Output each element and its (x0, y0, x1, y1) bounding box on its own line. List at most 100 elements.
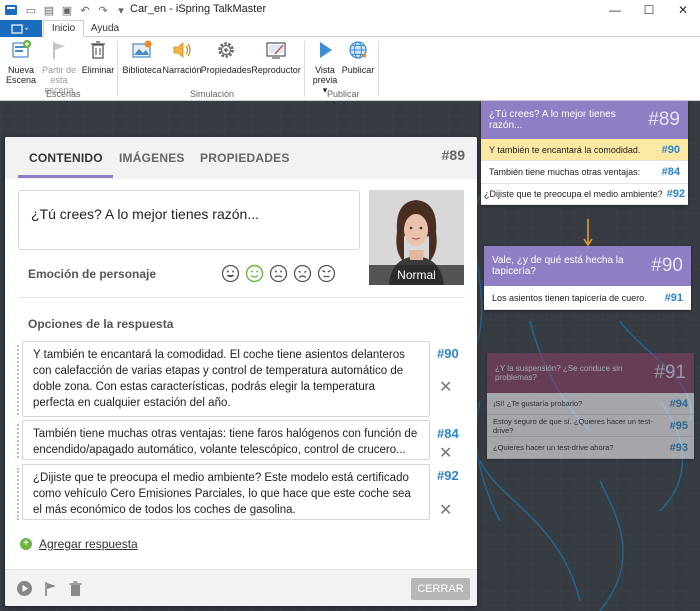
drag-handle[interactable] (17, 345, 20, 415)
delete-response-icon[interactable]: ✕ (439, 443, 452, 463)
minimize-button[interactable]: — (598, 0, 632, 20)
emotion-label: Emoción de personaje (28, 267, 157, 281)
scene-node-91[interactable]: ¿Y la suspensión? ¿Se conduce sin proble… (487, 353, 694, 459)
active-tab-indicator (18, 175, 113, 178)
file-menu-button[interactable] (0, 20, 42, 37)
open-folder-icon[interactable]: ▤ (42, 4, 56, 17)
properties-button[interactable]: Propiedades (201, 39, 251, 75)
library-button[interactable]: Biblioteca (122, 39, 162, 75)
globe-icon (349, 41, 367, 59)
new-scene-button[interactable]: Nueva Escena (6, 39, 36, 85)
publish-button[interactable]: Publicar (342, 39, 374, 75)
app-icon (5, 5, 17, 15)
player-button[interactable]: Reproductor (251, 39, 301, 75)
group-label-publicar: Publicar (327, 89, 360, 99)
ribbon: Nueva Escena Partir de esta escena Elimi… (0, 37, 700, 101)
scene-node-response[interactable]: También tiene muchas otras ventajas: #84 (481, 161, 688, 184)
scene-node-number: #91 (654, 362, 686, 383)
response-target-link[interactable]: #90 (437, 346, 459, 361)
tab-imagenes[interactable]: IMÁGENES (119, 151, 185, 165)
speaker-icon (173, 42, 191, 58)
library-icon (132, 40, 152, 58)
save-icon[interactable]: ▣ (60, 4, 74, 17)
group-label-simulacion: Simulación (190, 89, 235, 99)
response-target-link[interactable]: #92 (437, 468, 459, 483)
scene-number: #89 (441, 147, 465, 163)
start-flag-icon (53, 42, 65, 59)
play-scene-icon[interactable] (16, 580, 33, 597)
player-icon (266, 42, 286, 59)
start-from-scene-button[interactable]: Partir de esta escena (38, 39, 80, 95)
scene-node-response[interactable]: ¡Sí! ¿Te gustaría probarlo? #94 (487, 393, 694, 415)
group-label-escenas: Escenas (46, 89, 81, 99)
drag-handle[interactable] (17, 424, 20, 458)
response-target-link[interactable]: #84 (437, 426, 459, 441)
smile-emotion-icon-selected[interactable] (245, 264, 264, 283)
scene-node-response[interactable]: Los asientos tienen tapicería de cuero. … (484, 286, 691, 310)
scene-node-number: #89 (648, 109, 680, 130)
add-icon: + (20, 538, 32, 550)
scene-node-90[interactable]: Vale, ¿y de qué está hecha la tapicería?… (484, 246, 691, 310)
maximize-button[interactable]: ☐ (632, 0, 666, 20)
delete-response-icon[interactable]: ✕ (439, 500, 452, 520)
scene-node-number: #90 (651, 255, 683, 276)
add-response-label: Agregar respuesta (39, 537, 138, 551)
start-flag-icon[interactable] (42, 580, 59, 597)
new-scene-icon (12, 40, 31, 58)
ribbon-separator (117, 41, 118, 97)
angry-emotion-icon[interactable] (317, 264, 336, 283)
undo-icon[interactable]: ↶ (78, 4, 92, 17)
section-divider (18, 297, 464, 298)
redo-icon[interactable]: ↷ (96, 4, 110, 17)
scene-node-response[interactable]: Estoy seguro de que sí. ¿Quieres hacer u… (487, 415, 694, 437)
editor-footer: CERRAR (5, 569, 477, 606)
file-menu-icon (11, 23, 28, 34)
ribbon-tabs: Inicio Ayuda (0, 20, 700, 37)
gear-icon (218, 42, 234, 58)
ribbon-separator (378, 41, 379, 97)
response-text-field[interactable]: Y también te encantará la comodidad. El … (22, 341, 430, 417)
add-response-button[interactable]: + Agregar respuesta (20, 537, 138, 551)
scene-node-89[interactable]: ¿Tú crees? A lo mejor tienes razón... #8… (481, 101, 688, 205)
portrait-emotion-label: Normal (369, 265, 464, 285)
sad-emotion-icon[interactable] (293, 264, 312, 283)
trash-icon (91, 41, 105, 59)
scene-node-header: ¿Tú crees? A lo mejor tienes razón... #8… (481, 101, 688, 139)
title-bar: ▭ ▤ ▣ ↶ ↷ ▾ Car_en - iSpring TalkMaster … (0, 0, 700, 20)
scene-node-header: Vale, ¿y de qué está hecha la tapicería?… (484, 246, 691, 286)
tab-ayuda[interactable]: Ayuda (86, 20, 124, 37)
delete-button[interactable]: Eliminar (82, 39, 114, 75)
scene-node-response[interactable]: ¿Quieres hacer un test-drive ahora? #93 (487, 437, 694, 459)
scene-editor-panel: CONTENIDO IMÁGENES PROPIEDADES #89 ¿Tú c… (5, 137, 477, 606)
scene-node-response[interactable]: Y también te encantará la comodidad. #90 (481, 139, 688, 161)
close-button[interactable]: CERRAR (411, 578, 470, 600)
delete-response-icon[interactable]: ✕ (439, 377, 452, 397)
scene-node-header: ¿Y la suspensión? ¿Se conduce sin proble… (487, 353, 694, 393)
scene-node-question: ¿Tú crees? A lo mejor tienes razón... (489, 109, 616, 131)
play-icon (320, 42, 332, 58)
quick-access-toolbar: ▭ ▤ ▣ ↶ ↷ ▾ (24, 4, 128, 17)
response-options-label: Opciones de la respuesta (28, 317, 174, 331)
happy-emotion-icon[interactable] (221, 264, 240, 283)
drag-handle[interactable] (17, 468, 20, 520)
close-window-button[interactable]: ✕ (666, 0, 700, 20)
neutral-emotion-icon[interactable] (269, 264, 288, 283)
narration-button[interactable]: Narración (162, 39, 202, 75)
character-speech-field[interactable]: ¿Tú crees? A lo mejor tienes razón... (18, 190, 360, 250)
scene-node-response[interactable]: ¿Dijiste que te preocupa el medio ambien… (481, 184, 688, 205)
trash-icon[interactable] (67, 580, 84, 597)
response-text-field[interactable]: También tiene muchas otras ventajas: tie… (22, 420, 430, 460)
tab-inicio[interactable]: Inicio (43, 20, 84, 37)
new-document-icon[interactable]: ▭ (24, 4, 38, 17)
preview-button[interactable]: Vista previa ▾ (308, 39, 342, 95)
tab-propiedades[interactable]: PROPIEDADES (200, 151, 290, 165)
customize-toolbar-icon[interactable]: ▾ (114, 4, 128, 17)
character-portrait[interactable]: Normal (369, 190, 464, 285)
tab-contenido[interactable]: CONTENIDO (29, 151, 103, 165)
ribbon-separator (304, 41, 305, 97)
editor-tabs: CONTENIDO IMÁGENES PROPIEDADES #89 (5, 137, 477, 179)
window-title: Car_en - iSpring TalkMaster (130, 3, 267, 15)
response-text-field[interactable]: ¿Dijiste que te preocupa el medio ambien… (22, 464, 430, 520)
emotion-selector (221, 264, 336, 283)
scene-node-question: ¿Y la suspensión? ¿Se conduce sin proble… (495, 364, 623, 382)
